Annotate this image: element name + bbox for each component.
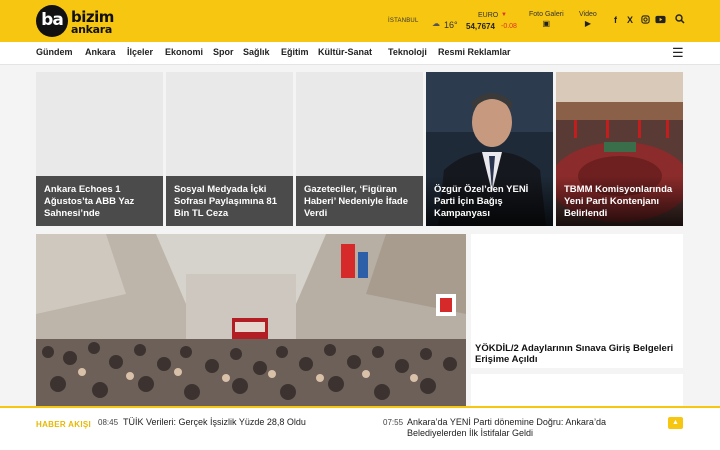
side-news-card[interactable]: [471, 374, 683, 408]
news-card[interactable]: Özgür Özel’den YENİ Parti İçin Bağış Kam…: [426, 72, 553, 226]
video-icon: ▶: [584, 19, 591, 28]
nav-item-gundem[interactable]: Gündem: [36, 47, 73, 57]
facebook-icon[interactable]: f: [614, 15, 617, 25]
weather-city: İSTANBUL: [388, 18, 419, 24]
menu-icon[interactable]: ☰: [672, 45, 684, 61]
headline-image[interactable]: [36, 234, 466, 406]
logo-mark: ba: [36, 5, 68, 37]
site-logo[interactable]: ba bizim ankara: [36, 5, 116, 37]
news-card[interactable]: Sosyal Medyada İçki Sofrası Paylaşımına …: [166, 72, 293, 226]
nav-item-saglik[interactable]: Sağlık: [243, 47, 270, 57]
logo-word-ankara: ankara: [71, 23, 113, 36]
cloud-icon: ☁: [432, 19, 440, 28]
nav-item-ilceler[interactable]: İlçeler: [127, 47, 153, 57]
news-card-title: Sosyal Medyada İçki Sofrası Paylaşımına …: [174, 184, 277, 219]
side-news-title[interactable]: YÖKDİL/2 Adaylarının Sınava Giriş Belgel…: [475, 343, 680, 365]
instagram-icon[interactable]: [641, 15, 650, 26]
ticker-time: 08:45: [98, 418, 119, 427]
nav-item-egitim[interactable]: Eğitim: [281, 47, 309, 57]
currency-change: -0.08: [501, 23, 517, 30]
news-card-title: Gazeteciler, ‘Figüran Haberi’ Nedeniyle …: [304, 184, 409, 219]
search-icon[interactable]: [675, 14, 685, 26]
nav-item-spor[interactable]: Spor: [213, 47, 234, 57]
crowd-street-photo: [36, 234, 466, 406]
main-nav: Gündem Ankara İlçeler Ekonomi Spor Sağlı…: [0, 42, 720, 65]
ticker-headline[interactable]: TÜİK Verileri: Gerçek İşsizlik Yüzde 28,…: [123, 417, 373, 428]
photo-gallery-link[interactable]: Foto Galeri ▣: [529, 11, 564, 28]
video-label: Video: [579, 11, 597, 18]
currency-label[interactable]: EURO: [478, 12, 498, 19]
ticker-headline[interactable]: Ankara’da YENİ Parti dönemine Doğru: Ank…: [407, 417, 652, 439]
ticker-label: HABER AKIŞI: [36, 420, 92, 429]
currency-value: 54,7674: [466, 22, 495, 31]
ticker-time: 07:55: [383, 418, 404, 427]
x-icon[interactable]: X: [627, 15, 633, 25]
news-card[interactable]: Gazeteciler, ‘Figüran Haberi’ Nedeniyle …: [296, 72, 423, 226]
news-card-title: TBMM Komisyonlarında Yeni Parti Kontenja…: [564, 184, 673, 219]
camera-icon: ▣: [542, 19, 551, 28]
nav-item-resmi-reklamlar[interactable]: Resmi Reklamlar: [438, 47, 511, 57]
nav-item-teknoloji[interactable]: Teknoloji: [388, 47, 427, 57]
top-bar: ba bizim ankara İSTANBUL ☁ 16° EURO ▼ 54…: [0, 0, 720, 42]
news-card-title: Özgür Özel’den YENİ Parti İçin Bağış Kam…: [434, 184, 529, 219]
chevron-up-icon[interactable]: ▲: [668, 417, 683, 429]
photo-gallery-label: Foto Galeri: [529, 11, 564, 18]
nav-item-ekonomi[interactable]: Ekonomi: [165, 47, 203, 57]
news-card[interactable]: Ankara Echoes 1 Ağustos’ta ABB Yaz Sahne…: [36, 72, 163, 226]
weather-temp: 16°: [444, 20, 458, 30]
youtube-icon[interactable]: [655, 15, 666, 26]
nav-item-kultur-sanat[interactable]: Kültür-Sanat: [318, 47, 372, 57]
news-card-title: Ankara Echoes 1 Ağustos’ta ABB Yaz Sahne…: [44, 184, 135, 219]
video-link[interactable]: Video ▶: [579, 11, 597, 28]
news-ticker: HABER AKIŞI 08:45 TÜİK Verileri: Gerçek …: [0, 406, 720, 450]
news-card[interactable]: TBMM Komisyonlarında Yeni Parti Kontenja…: [556, 72, 683, 226]
nav-item-ankara[interactable]: Ankara: [85, 47, 116, 57]
down-arrow-icon: ▼: [501, 12, 507, 18]
